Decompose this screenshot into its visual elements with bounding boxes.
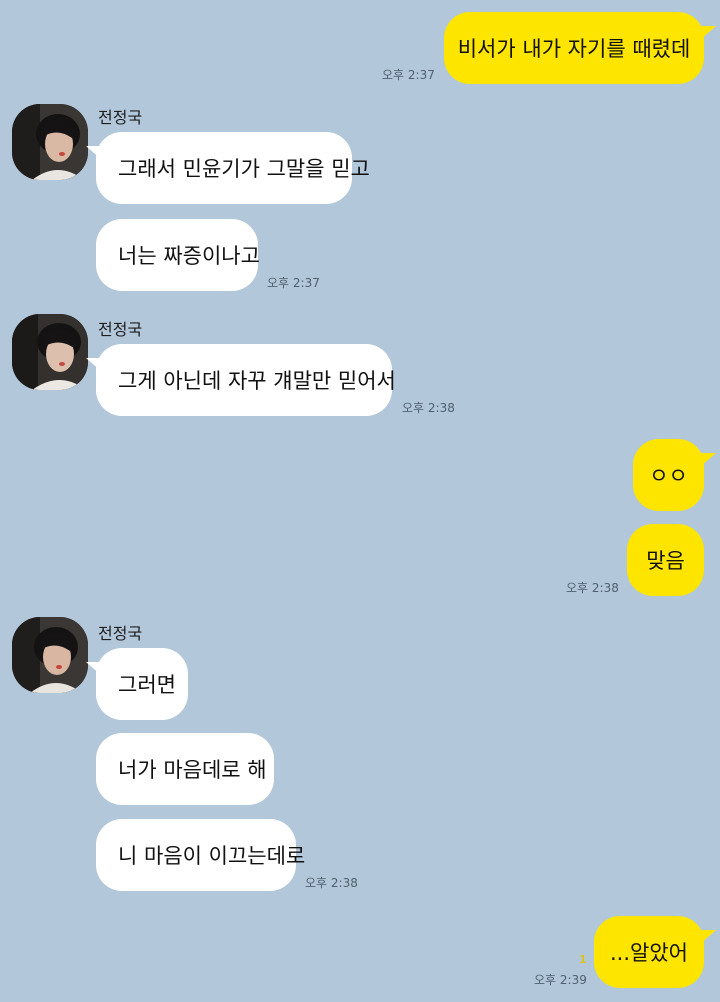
message-time: 오후 2:38 xyxy=(402,401,455,415)
message-bubble-incoming[interactable]: 그러면 xyxy=(96,648,188,720)
message-bubble-incoming[interactable]: 너는 짜증이나고 xyxy=(96,219,260,291)
message-time: 오후 2:38 xyxy=(566,581,619,595)
contact-avatar[interactable] xyxy=(12,104,88,180)
unread-count: 1 xyxy=(579,953,587,966)
message-bubble-incoming[interactable]: 니 마음이 이끄는데로 xyxy=(96,819,305,891)
message-text: 그래서 민윤기가 그말을 믿고 xyxy=(118,157,370,181)
sender-name: 전정국 xyxy=(98,108,143,127)
message-bubble-incoming[interactable]: 너가 마음데로 해 xyxy=(96,733,274,805)
sender-name: 전정국 xyxy=(98,320,143,339)
message-bubble-incoming[interactable]: 그래서 민윤기가 그말을 믿고 xyxy=(96,132,370,204)
bubble-tail xyxy=(700,930,716,944)
message-text: 너는 짜증이나고 xyxy=(118,244,260,268)
message-text: ㅇㅇ xyxy=(649,464,688,488)
message-text: ...알았어 xyxy=(610,941,688,965)
message-time: 오후 2:39 xyxy=(534,973,587,987)
message-bubble-outgoing[interactable]: ...알았어 xyxy=(594,916,704,988)
bubble-tail xyxy=(700,453,716,467)
message-bubble-outgoing[interactable]: 비서가 내가 자기를 때렸데 xyxy=(444,12,704,84)
message-text: 맞음 xyxy=(646,549,685,573)
message-text: 니 마음이 이끄는데로 xyxy=(118,844,306,868)
message-text: 너가 마음데로 해 xyxy=(118,758,267,782)
message-bubble-outgoing[interactable]: ㅇㅇ xyxy=(633,439,704,511)
message-text: 그러면 xyxy=(118,673,176,697)
message-time: 오후 2:37 xyxy=(267,276,320,290)
message-time: 오후 2:37 xyxy=(382,68,435,82)
message-time: 오후 2:38 xyxy=(305,876,358,890)
bubble-tail xyxy=(700,26,716,40)
contact-avatar[interactable] xyxy=(12,617,88,693)
contact-avatar[interactable] xyxy=(12,314,88,390)
message-bubble-incoming[interactable]: 그게 아닌데 자꾸 걔말만 믿어서 xyxy=(96,344,396,416)
message-text: 그게 아닌데 자꾸 걔말만 믿어서 xyxy=(118,369,396,393)
message-text: 비서가 내가 자기를 때렸데 xyxy=(457,37,691,61)
message-bubble-outgoing[interactable]: 맞음 xyxy=(627,524,704,596)
sender-name: 전정국 xyxy=(98,624,143,643)
